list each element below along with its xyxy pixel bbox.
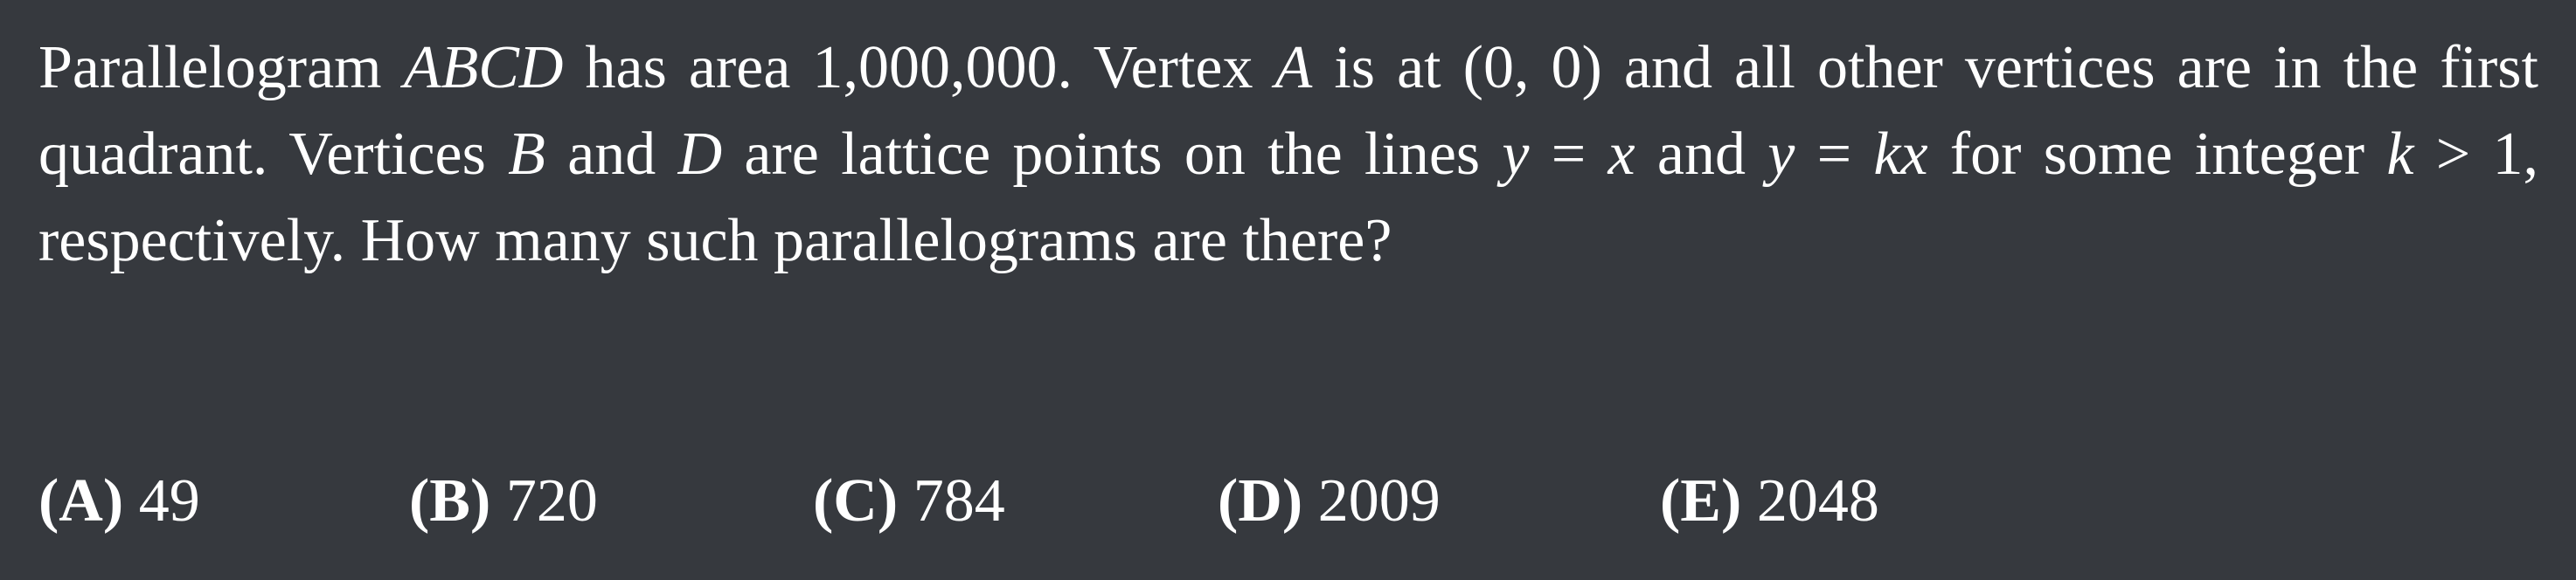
choice-a: (A) 49 — [38, 458, 409, 544]
math-y: y — [1502, 121, 1530, 188]
choice-label: (D) — [1218, 467, 1303, 535]
choice-label: (A) — [38, 467, 124, 535]
problem-text: = — [1529, 121, 1608, 188]
choice-value: 720 — [505, 467, 598, 535]
math-d: D — [677, 121, 723, 188]
math-b: B — [508, 121, 545, 188]
choice-label: (E) — [1660, 467, 1742, 535]
answer-choices: (A) 49 (B) 720 (C) 784 (D) 2009 (E) 2048 — [38, 458, 1879, 544]
choice-label: (C) — [813, 467, 899, 535]
choice-d: (D) 2009 — [1218, 458, 1660, 544]
problem-text: for some integer — [1927, 121, 2387, 188]
choice-value: 2009 — [1317, 467, 1441, 535]
choice-value: 49 — [138, 467, 200, 535]
problem-text: = — [1795, 121, 1874, 188]
problem-text: and — [1635, 121, 1768, 188]
choice-c: (C) 784 — [813, 458, 1218, 544]
problem-text: are lattice points on the lines — [722, 121, 1503, 188]
math-y: y — [1767, 121, 1795, 188]
problem-statement: Parallelogram ABCD has area 1,000,000. V… — [38, 24, 2538, 284]
problem-text: has area 1,000,000. Vertex — [563, 34, 1275, 101]
math-abcd: ABCD — [403, 34, 564, 101]
math-k: k — [2386, 121, 2414, 188]
choice-value: 784 — [913, 467, 1005, 535]
choice-value: 2048 — [1756, 467, 1879, 535]
math-kx: kx — [1873, 121, 1928, 188]
problem-text: Parallelogram — [38, 34, 404, 101]
math-a: A — [1274, 34, 1313, 101]
choice-e: (E) 2048 — [1660, 458, 1879, 544]
problem-text: and — [545, 121, 678, 188]
choice-b: (B) 720 — [409, 458, 813, 544]
math-x: x — [1607, 121, 1635, 188]
choice-label: (B) — [409, 467, 491, 535]
